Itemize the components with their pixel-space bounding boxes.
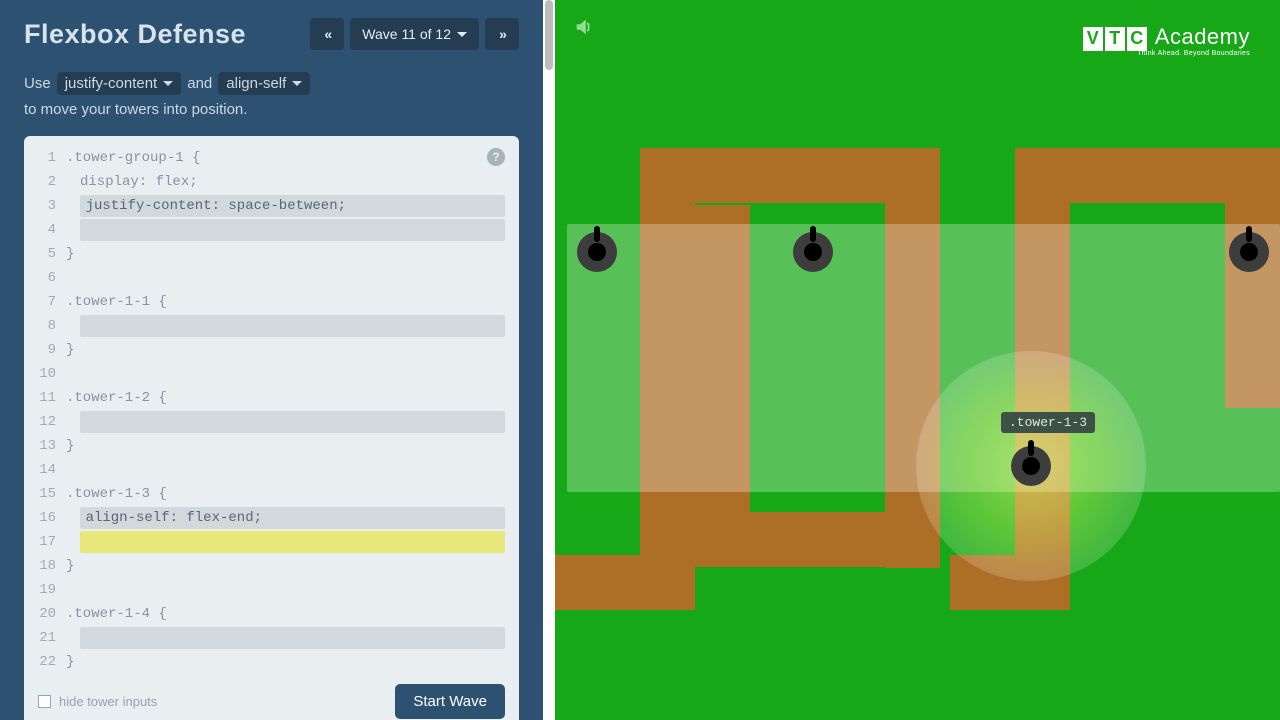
instr-text: Use	[24, 75, 51, 92]
code-line	[66, 314, 505, 338]
tower-1-3[interactable]	[1011, 446, 1051, 486]
pill-label: align-self	[226, 75, 286, 92]
code-line	[66, 218, 505, 242]
help-icon[interactable]: ?	[487, 148, 505, 166]
css-input[interactable]: justify-content: space-between;	[80, 195, 505, 217]
tower-1-4[interactable]	[1229, 232, 1269, 272]
top-bar: Flexbox Defense « Wave 11 of 12 »	[24, 18, 519, 50]
wave-nav: « Wave 11 of 12 »	[310, 18, 519, 50]
align-self-pill[interactable]: align-self	[218, 72, 310, 95]
logo-tagline: Think Ahead. Beyond Boundaries	[1137, 50, 1250, 57]
toggle-label: hide tower inputs	[59, 694, 157, 709]
path-segment	[695, 512, 940, 567]
code-line: .tower-1-3 {	[66, 482, 505, 506]
chevron-down-icon	[292, 81, 302, 86]
chevron-down-icon	[163, 81, 173, 86]
logo-word: Academy	[1155, 24, 1250, 50]
chevron-down-icon	[457, 32, 467, 37]
game-board: VTC Academy Think Ahead. Beyond Boundari…	[555, 0, 1280, 720]
css-input[interactable]	[80, 531, 505, 553]
code-line: .tower-group-1 {	[66, 146, 505, 170]
code-line: }	[66, 434, 505, 458]
code-line	[66, 266, 505, 290]
tower-1-2[interactable]	[793, 232, 833, 272]
prev-wave-button[interactable]: «	[310, 18, 344, 50]
sound-icon[interactable]	[573, 16, 595, 43]
tower-1-1[interactable]	[577, 232, 617, 272]
code-line: }	[66, 338, 505, 362]
css-input[interactable]	[80, 315, 505, 337]
code-line: display: flex;	[66, 170, 505, 194]
css-input[interactable]	[80, 627, 505, 649]
code-line: .tower-1-4 {	[66, 602, 505, 626]
code-line	[66, 530, 505, 554]
vtc-logo: VTC Academy	[1083, 24, 1250, 51]
code-line	[66, 458, 505, 482]
code-line: }	[66, 554, 505, 578]
code-line: justify-content: space-between;	[66, 194, 505, 218]
css-input[interactable]: align-self: flex-end;	[80, 507, 505, 529]
code-line	[66, 410, 505, 434]
code-line: align-self: flex-end;	[66, 506, 505, 530]
next-wave-button[interactable]: »	[485, 18, 519, 50]
checkbox-icon	[38, 695, 51, 708]
tower-tooltip: .tower-1-3	[1001, 412, 1095, 433]
page-title: Flexbox Defense	[24, 19, 246, 50]
code-line	[66, 578, 505, 602]
scrollbar-thumb[interactable]	[545, 0, 553, 70]
css-input[interactable]	[80, 219, 505, 241]
css-editor: ? 12345678910111213141516171819202122 .t…	[24, 136, 519, 720]
code-line	[66, 626, 505, 650]
wave-label: Wave 11 of 12	[362, 26, 451, 42]
instructions: Use justify-content and align-self to mo…	[24, 72, 519, 118]
wave-select[interactable]: Wave 11 of 12	[350, 18, 479, 50]
logo-box: V	[1083, 27, 1103, 51]
hide-tower-inputs-toggle[interactable]: hide tower inputs	[38, 694, 157, 709]
left-panel: Flexbox Defense « Wave 11 of 12 » Use ju…	[0, 0, 555, 720]
css-input[interactable]	[80, 411, 505, 433]
code-line: .tower-1-1 {	[66, 290, 505, 314]
start-wave-button[interactable]: Start Wave	[395, 684, 505, 719]
code-line: }	[66, 650, 505, 674]
logo-box: T	[1105, 27, 1125, 51]
instr-text: to move your towers into position.	[24, 101, 247, 118]
pill-label: justify-content	[65, 75, 158, 92]
code-line: .tower-1-2 {	[66, 386, 505, 410]
logo-box: C	[1127, 27, 1147, 51]
code-line: }	[66, 242, 505, 266]
line-gutter: 12345678910111213141516171819202122	[38, 146, 66, 674]
code-lines: .tower-group-1 {display: flex;justify-co…	[66, 146, 505, 674]
code-line	[66, 362, 505, 386]
justify-content-pill[interactable]: justify-content	[57, 72, 182, 95]
instr-text: and	[187, 75, 212, 92]
